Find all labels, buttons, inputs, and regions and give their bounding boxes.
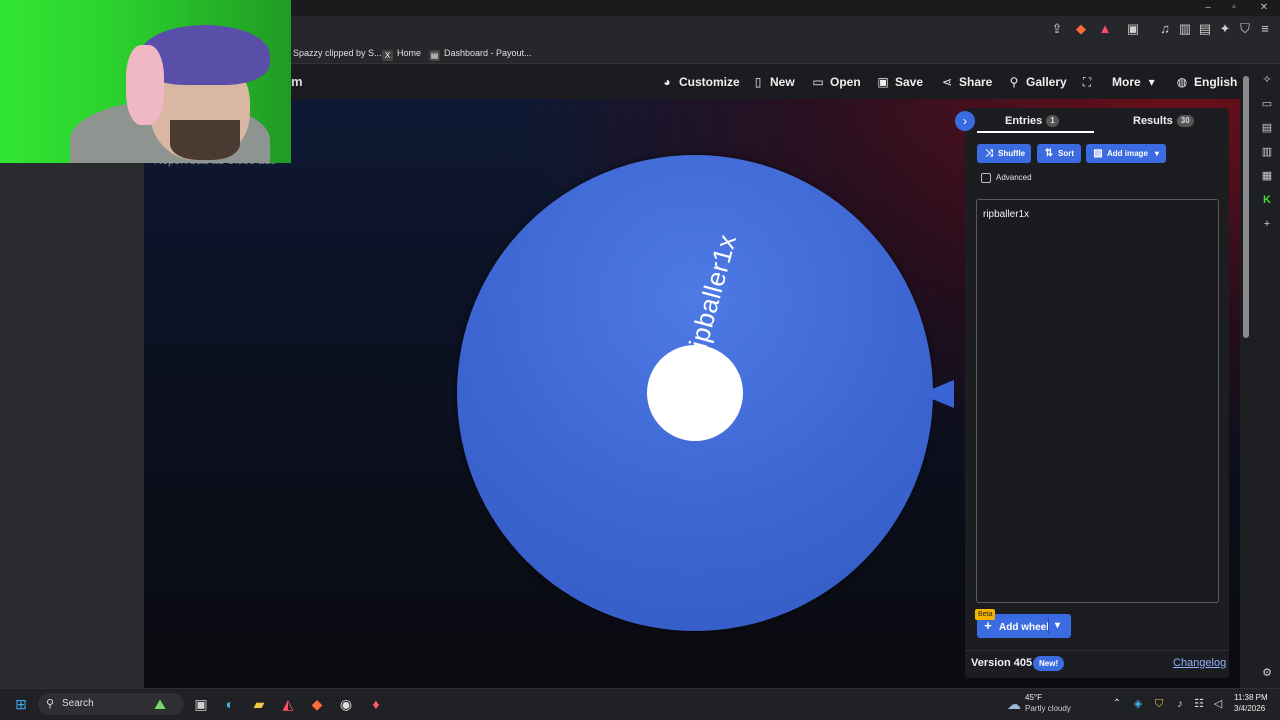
bookmark-item[interactable]: Spazzy clipped by S... [293, 45, 382, 61]
new-button[interactable]: ▯ New [751, 73, 795, 91]
more-button[interactable]: More ▾ [1112, 73, 1164, 91]
new-badge: New! [1033, 656, 1065, 671]
weather-description: Partly cloudy [1025, 704, 1071, 713]
browser-sidebar: ✧ ▭ ▤ ▥ ▦ K + ⚙ [1254, 65, 1280, 688]
chevron-down-icon: ▾ [1154, 149, 1159, 158]
taskbar-search-placeholder: Search [62, 698, 94, 709]
site-navbar: ◕ Customize ▯ New ▭ Open ▣ Save ⋖ Share ⚲ Gall… [144, 65, 1240, 99]
settings-gear-icon[interactable]: ⚙ [1259, 665, 1275, 681]
entries-count-badge: 1 [1046, 115, 1059, 127]
bookmark-item[interactable]: X Home [382, 45, 421, 61]
gallery-button[interactable]: ⚲ Gallery [1007, 73, 1067, 91]
wheel-center-hub[interactable] [647, 345, 743, 441]
save-icon: ▣ [877, 75, 889, 89]
restore-icon[interactable]: ▫ [1228, 2, 1240, 14]
globe-icon: ◍ [1176, 75, 1188, 89]
language-button[interactable]: ◍ English [1175, 73, 1238, 91]
active-tab-indicator [977, 131, 1094, 133]
x-logo-icon: X [382, 50, 393, 61]
new-file-icon: ▯ [754, 75, 762, 89]
chevron-down-icon: ▾ [1148, 75, 1155, 89]
image-icon: ▨ [1093, 148, 1103, 159]
panel-divider [965, 650, 1229, 651]
version-label: Version 405 [971, 657, 1033, 669]
weather-icon[interactable]: ☁ [1004, 695, 1024, 713]
webcam-person-beard [170, 120, 240, 160]
widget-icon[interactable]: ⛰ [150, 695, 170, 713]
advanced-label: Advanced [996, 173, 1032, 182]
kick-icon[interactable]: K [1259, 192, 1275, 208]
tab-results[interactable]: Results 30 [1133, 113, 1194, 131]
save-button[interactable]: ▣ Save [876, 73, 923, 91]
reading-list-icon[interactable]: ▭ [1259, 96, 1275, 112]
webcam-overlay [0, 0, 291, 163]
dashboard-icon: ▤ [429, 50, 440, 61]
leo-ai-icon[interactable]: ✦ [1216, 20, 1234, 38]
clock-time[interactable]: 11:38 PM [1234, 693, 1268, 702]
beta-badge: Beta [975, 609, 996, 620]
edge-icon[interactable]: ◐ [220, 695, 240, 713]
sort-icon: ⇅ [1044, 148, 1054, 159]
tray-overflow-icon[interactable]: ⌃ [1107, 695, 1127, 713]
minimize-icon[interactable]: – [1202, 2, 1214, 14]
history-icon[interactable]: ▦ [1259, 168, 1275, 184]
app-icon[interactable]: ◭ [278, 695, 298, 713]
start-windows-icon[interactable]: ⊞ [11, 695, 31, 713]
sort-button[interactable]: ⇅ Sort [1037, 144, 1081, 163]
search-icon: ⚲ [46, 698, 55, 710]
tray-app-icon[interactable]: ◈ [1128, 695, 1148, 713]
microphone-icon[interactable]: ♪ [1170, 695, 1190, 713]
file-explorer-icon[interactable]: ▰ [249, 695, 269, 713]
button-divider [1048, 618, 1049, 634]
chevron-down-icon[interactable]: ▾ [1055, 614, 1060, 638]
share-page-icon[interactable]: ⇪ [1048, 20, 1066, 38]
weather-temperature: 45°F [1025, 693, 1042, 702]
wheel-pointer-icon [920, 380, 954, 408]
obs-icon[interactable]: ◉ [336, 695, 356, 713]
wallet-icon[interactable]: ▤ [1196, 20, 1214, 38]
leo-icon[interactable]: ✧ [1259, 72, 1275, 88]
brave-icon[interactable]: ◆ [307, 695, 327, 713]
entries-textarea[interactable] [976, 199, 1219, 603]
open-button[interactable]: ▭ Open [811, 73, 860, 91]
tray-security-icon[interactable]: ⛉ [1149, 695, 1169, 713]
tab-entries[interactable]: Entries 1 [1005, 113, 1059, 131]
pin-app-icon[interactable]: ♦ [366, 695, 386, 713]
results-count-badge: 30 [1176, 115, 1194, 127]
share-icon: ⋖ [941, 75, 953, 89]
task-view-icon[interactable]: ▣ [191, 695, 211, 713]
menu-icon[interactable]: ≡ [1256, 20, 1274, 38]
tab-search-icon[interactable]: ▣ [1124, 20, 1142, 38]
network-icon[interactable]: ☷ [1189, 695, 1209, 713]
customize-button[interactable]: ◕ Customize [660, 73, 739, 91]
entry-item: ripballer1x [983, 209, 1030, 220]
shuffle-icon: ⤨ [985, 148, 993, 159]
share-button[interactable]: ⋖ Share [940, 73, 992, 91]
site-logo[interactable]: m [291, 74, 303, 89]
bookmarks-icon[interactable]: ▥ [1259, 144, 1275, 160]
add-image-button[interactable]: ▨ Add image ▾ [1086, 144, 1166, 163]
scrollbar-thumb[interactable] [1243, 76, 1249, 338]
fullscreen-button[interactable]: ⛶ [1080, 73, 1099, 91]
wallet-icon[interactable]: ▤ [1259, 120, 1275, 136]
close-window-icon[interactable]: ✕ [1258, 2, 1270, 14]
palette-icon: ◕ [663, 75, 671, 89]
changelog-link[interactable]: Changelog [1173, 657, 1226, 669]
advanced-checkbox[interactable] [981, 173, 991, 183]
search-icon: ⚲ [1009, 75, 1019, 89]
collapse-panel-button[interactable]: › [955, 111, 975, 131]
volume-icon[interactable]: ◁ [1208, 695, 1228, 713]
vpn-icon[interactable]: ⛉ [1236, 20, 1254, 38]
bookmark-item[interactable]: ▤ Dashboard - Payout... [429, 45, 532, 61]
add-panel-icon[interactable]: + [1259, 216, 1275, 232]
fullscreen-icon: ⛶ [1082, 75, 1092, 89]
media-icon[interactable]: ♫ [1156, 20, 1174, 38]
clock-date[interactable]: 3/4/2026 [1234, 704, 1265, 713]
folder-icon: ▭ [812, 75, 824, 89]
brave-shields-icon[interactable]: ◆ [1072, 20, 1090, 38]
headset-icon [126, 45, 164, 125]
sidebar-toggle-icon[interactable]: ▥ [1176, 20, 1194, 38]
shuffle-button[interactable]: ⤨ Shuffle [977, 144, 1031, 163]
brave-rewards-icon[interactable]: ▲ [1096, 20, 1114, 38]
